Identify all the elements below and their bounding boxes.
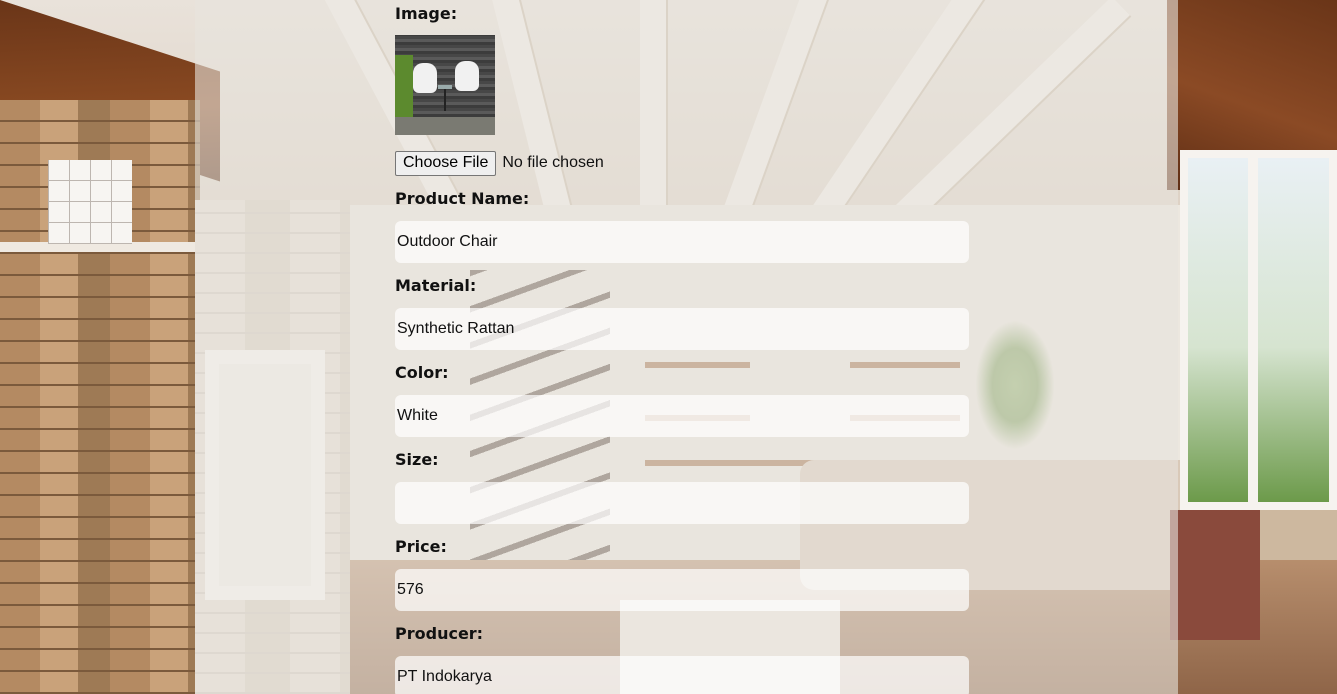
- armchair: [1170, 510, 1260, 640]
- tile-decor: [48, 160, 132, 244]
- producer-label: Producer:: [395, 624, 484, 643]
- price-label: Price:: [395, 537, 447, 556]
- material-input[interactable]: [395, 308, 969, 350]
- product-name-input[interactable]: [395, 221, 969, 263]
- price-input[interactable]: [395, 569, 969, 611]
- product-thumbnail-image: [395, 35, 495, 135]
- product-name-label: Product Name:: [395, 189, 530, 208]
- color-label: Color:: [395, 363, 449, 382]
- size-input[interactable]: [395, 482, 969, 524]
- material-label: Material:: [395, 276, 477, 295]
- producer-input[interactable]: [395, 656, 969, 694]
- window: [1180, 150, 1337, 510]
- file-status-text: No file chosen: [502, 154, 604, 171]
- choose-file-button[interactable]: Choose File: [395, 150, 497, 176]
- size-label: Size:: [395, 450, 439, 469]
- image-label: Image:: [395, 4, 458, 23]
- color-input[interactable]: [395, 395, 969, 437]
- file-input: Choose File No file chosen: [395, 150, 604, 176]
